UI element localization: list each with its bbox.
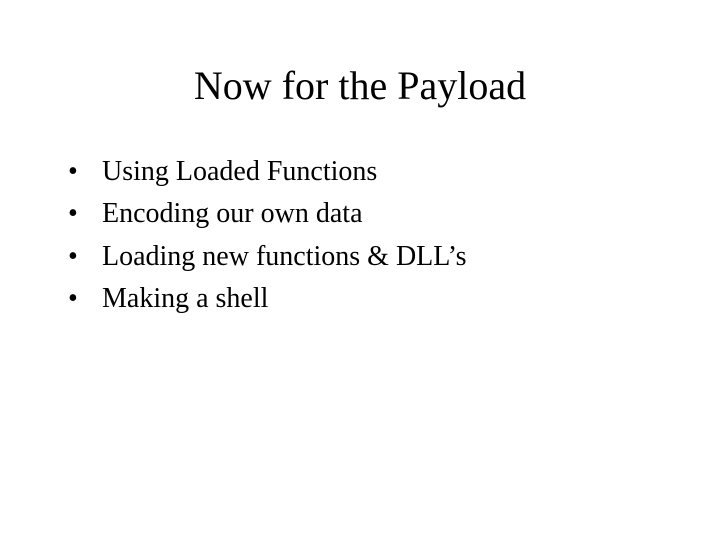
bullet-text: Making a shell (102, 281, 268, 317)
slide-container: Now for the Payload • Using Loaded Funct… (0, 0, 720, 540)
bullet-text: Using Loaded Functions (102, 154, 377, 190)
slide-title: Now for the Payload (60, 62, 660, 109)
list-item: • Making a shell (68, 281, 660, 317)
bullet-list: • Using Loaded Functions • Encoding our … (60, 154, 660, 318)
bullet-icon: • (68, 196, 80, 232)
bullet-text: Loading new functions & DLL’s (102, 239, 466, 275)
bullet-icon: • (68, 281, 80, 317)
list-item: • Loading new functions & DLL’s (68, 239, 660, 275)
list-item: • Encoding our own data (68, 196, 660, 232)
bullet-icon: • (68, 239, 80, 275)
bullet-text: Encoding our own data (102, 196, 363, 232)
bullet-icon: • (68, 154, 80, 190)
list-item: • Using Loaded Functions (68, 154, 660, 190)
